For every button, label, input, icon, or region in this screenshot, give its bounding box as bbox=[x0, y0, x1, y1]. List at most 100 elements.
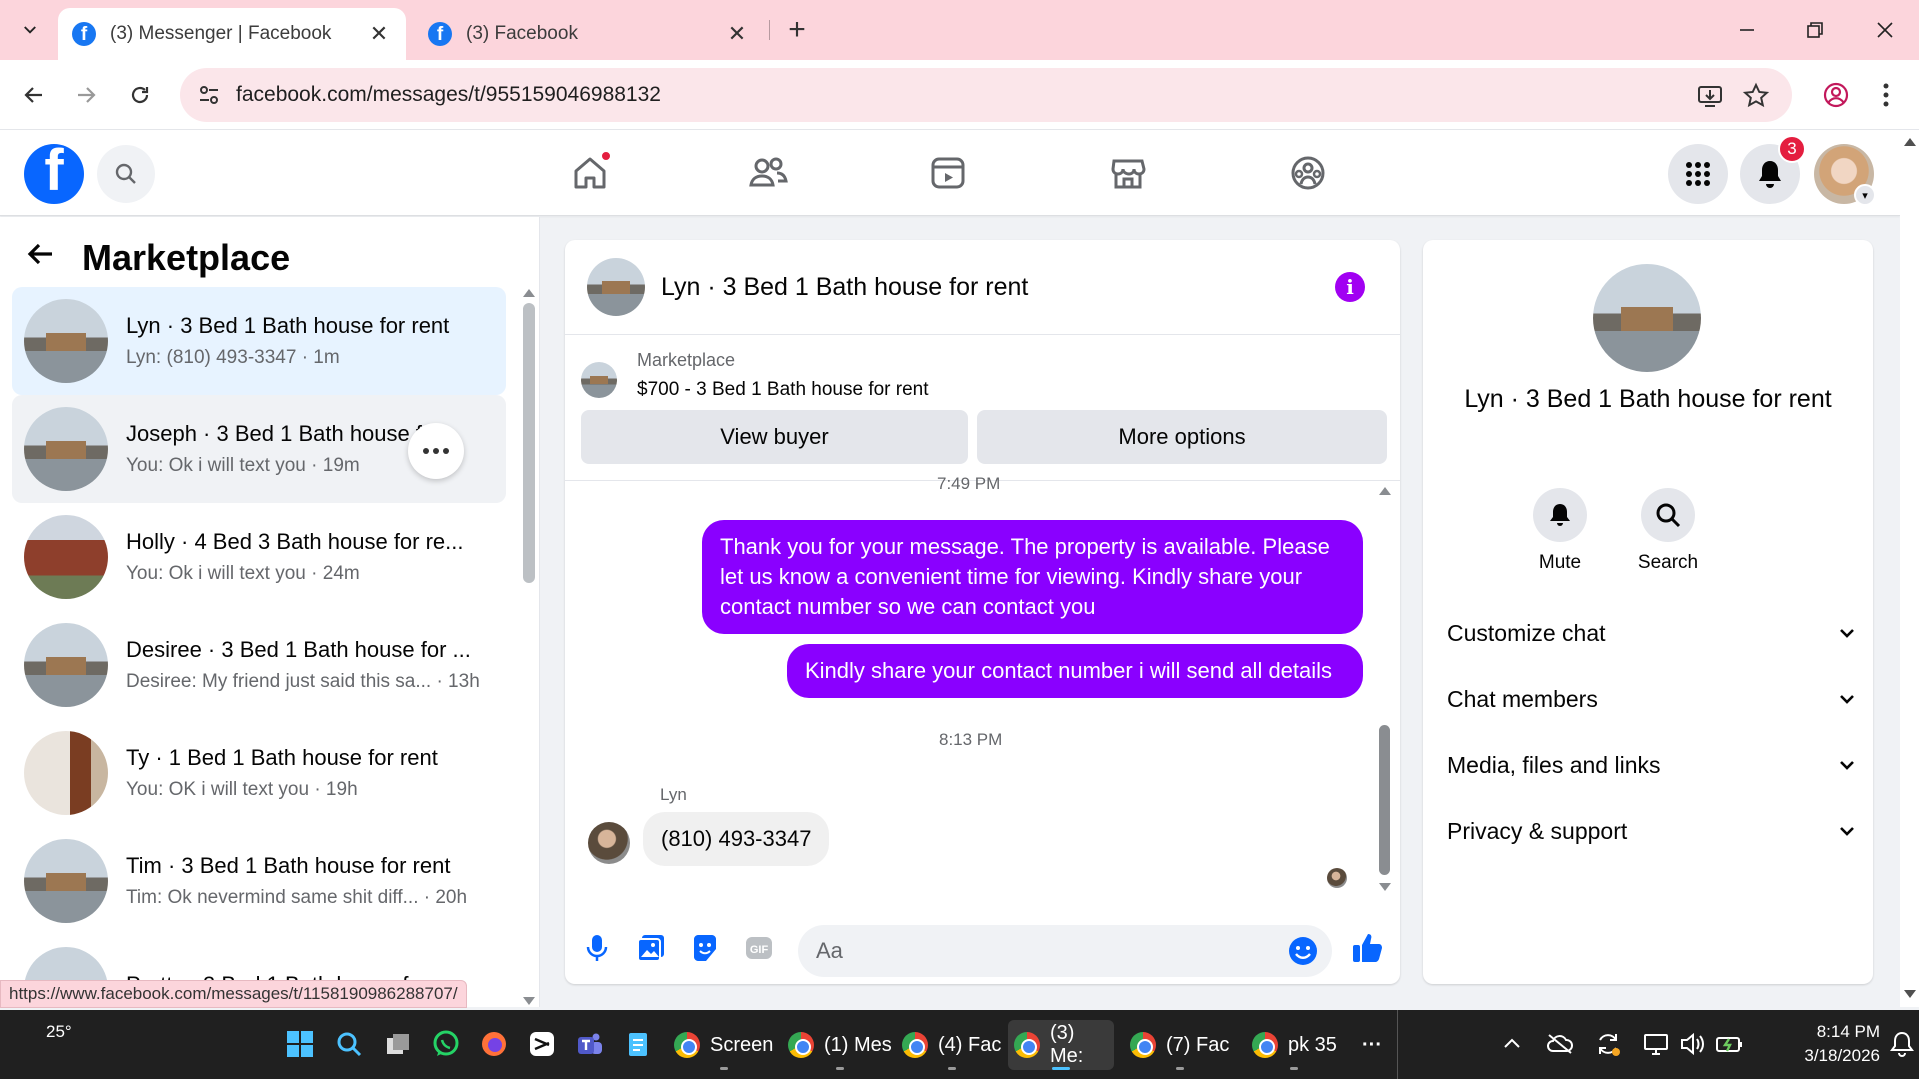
outgoing-message[interactable]: Thank you for your message. The property… bbox=[702, 520, 1363, 634]
onedrive-status[interactable] bbox=[1544, 1028, 1576, 1060]
view-buyer-button[interactable]: View buyer bbox=[581, 410, 968, 464]
page-scrollbar[interactable] bbox=[1900, 130, 1919, 1007]
weather-widget[interactable]: 25° bbox=[46, 1022, 72, 1042]
facebook-logo[interactable]: f bbox=[24, 144, 84, 204]
taskbar-app[interactable]: (3) Me: bbox=[1008, 1020, 1114, 1070]
nav-friends[interactable] bbox=[738, 148, 798, 198]
search-action[interactable]: Search bbox=[1623, 488, 1713, 574]
emoji-icon[interactable] bbox=[1288, 936, 1318, 966]
attach-media-button[interactable] bbox=[633, 930, 669, 966]
send-like-button[interactable] bbox=[1350, 930, 1386, 966]
sticker-button[interactable] bbox=[687, 930, 723, 966]
voice-clip-button[interactable] bbox=[579, 930, 615, 966]
message-input[interactable]: Aa bbox=[798, 925, 1332, 977]
forward-button[interactable] bbox=[66, 75, 106, 115]
conversation-item[interactable]: Holly · 4 Bed 3 Bath house for re... You… bbox=[12, 503, 506, 611]
teams-app[interactable] bbox=[574, 1028, 606, 1060]
capcut-app[interactable] bbox=[526, 1028, 558, 1060]
scroll-up-icon[interactable] bbox=[1903, 136, 1917, 148]
chat-listing-thumbnail[interactable] bbox=[587, 258, 645, 316]
listing-thumbnail-large[interactable] bbox=[1593, 264, 1701, 372]
back-button[interactable] bbox=[14, 75, 54, 115]
browser-tab-messenger[interactable]: f (3) Messenger | Facebook ✕ bbox=[58, 8, 406, 60]
facebook-search-button[interactable] bbox=[97, 145, 155, 203]
reload-button[interactable] bbox=[120, 75, 160, 115]
tab-search-button[interactable] bbox=[10, 12, 50, 48]
chat-title[interactable]: Lyn · 3 Bed 1 Bath house for rent bbox=[661, 273, 1028, 302]
conversation-item[interactable]: Joseph · 3 Bed 1 Bath house f... You: Ok… bbox=[12, 395, 506, 503]
conversation-item[interactable]: Lyn · 3 Bed 1 Bath house for rent Lyn: (… bbox=[12, 287, 506, 395]
more-vertical-icon bbox=[1883, 83, 1889, 107]
firefox-app[interactable] bbox=[478, 1028, 510, 1060]
outgoing-message[interactable]: Kindly share your contact number i will … bbox=[787, 644, 1363, 698]
taskbar-app[interactable]: (1) Mes bbox=[782, 1020, 898, 1070]
url-text: facebook.com/messages/t/955159046988132 bbox=[236, 83, 661, 106]
close-tab-icon[interactable]: ✕ bbox=[724, 21, 750, 47]
system-clock[interactable]: 8:14 PM 3/18/2026 bbox=[1760, 1020, 1880, 1068]
sidebar-scroll-thumb[interactable] bbox=[523, 303, 535, 583]
address-bar[interactable]: facebook.com/messages/t/955159046988132 bbox=[180, 68, 1792, 122]
customize-chat-row[interactable]: Customize chat bbox=[1447, 608, 1857, 658]
close-tab-icon[interactable]: ✕ bbox=[366, 21, 392, 47]
conversation-item[interactable]: Ty · 1 Bed 1 Bath house for rent You: OK… bbox=[12, 719, 506, 827]
scroll-down-icon[interactable] bbox=[1903, 988, 1917, 1000]
back-arrow-icon[interactable] bbox=[26, 239, 56, 278]
whatsapp-app[interactable] bbox=[430, 1028, 462, 1060]
facebook-favicon-icon: f bbox=[428, 22, 452, 46]
sidebar-scrollbar[interactable] bbox=[522, 287, 536, 1007]
browser-tab-facebook[interactable]: f (3) Facebook ✕ bbox=[414, 8, 764, 60]
taskbar-app[interactable]: pk 35 bbox=[1246, 1020, 1343, 1070]
notepad-app[interactable] bbox=[622, 1028, 654, 1060]
profile-button[interactable] bbox=[1816, 75, 1856, 115]
chat-scroll-thumb[interactable] bbox=[1379, 725, 1390, 875]
sync-status[interactable] bbox=[1592, 1028, 1624, 1060]
sender-avatar[interactable] bbox=[588, 822, 630, 864]
media-files-links-row[interactable]: Media, files and links bbox=[1447, 740, 1857, 790]
taskbar-search-button[interactable] bbox=[333, 1028, 365, 1060]
taskbar-app[interactable]: (4) Fac bbox=[896, 1020, 1007, 1070]
menu-button[interactable] bbox=[1668, 144, 1728, 204]
nav-gaming[interactable] bbox=[1278, 148, 1338, 198]
chat-members-row[interactable]: Chat members bbox=[1447, 674, 1857, 724]
mute-action[interactable]: Mute bbox=[1515, 488, 1605, 574]
task-view-button[interactable] bbox=[382, 1028, 414, 1060]
scroll-up-icon[interactable] bbox=[1377, 485, 1393, 497]
gif-button[interactable]: GIF bbox=[741, 930, 777, 966]
battery-status[interactable] bbox=[1714, 1028, 1746, 1060]
browser-menu-button[interactable] bbox=[1866, 75, 1906, 115]
scroll-up-icon[interactable] bbox=[522, 287, 536, 299]
chevron-down-icon[interactable]: ▾ bbox=[1854, 184, 1876, 206]
nav-video[interactable] bbox=[918, 148, 978, 198]
notification-center-button[interactable] bbox=[1886, 1028, 1918, 1060]
more-options-button[interactable]: More options bbox=[977, 410, 1387, 464]
search-label: Search bbox=[1637, 552, 1699, 573]
chat-scrollbar[interactable] bbox=[1377, 485, 1393, 895]
info-icon[interactable]: i bbox=[1335, 272, 1365, 302]
start-button[interactable] bbox=[284, 1028, 316, 1060]
bookmark-star-icon[interactable] bbox=[1742, 82, 1770, 110]
install-app-icon[interactable] bbox=[1696, 82, 1724, 110]
taskbar-app[interactable]: (7) Fac bbox=[1124, 1020, 1235, 1070]
show-hidden-icons-button[interactable] bbox=[1496, 1028, 1528, 1060]
close-window-button[interactable] bbox=[1860, 10, 1910, 50]
new-tab-button[interactable]: + bbox=[780, 12, 814, 48]
privacy-support-row[interactable]: Privacy & support bbox=[1447, 806, 1857, 856]
search-icon bbox=[337, 1032, 362, 1057]
nav-marketplace[interactable] bbox=[1098, 148, 1158, 198]
taskbar-overflow-button[interactable]: ··· bbox=[1356, 1020, 1388, 1070]
scroll-down-icon[interactable] bbox=[522, 995, 536, 1007]
conversation-item[interactable]: Tim · 3 Bed 1 Bath house for rent Tim: O… bbox=[12, 827, 506, 935]
listing-price-title[interactable]: $700 - 3 Bed 1 Bath house for rent bbox=[637, 379, 929, 401]
restore-button[interactable] bbox=[1790, 10, 1840, 50]
scroll-down-icon[interactable] bbox=[1377, 881, 1393, 893]
minimize-button[interactable] bbox=[1722, 10, 1772, 50]
network-status[interactable] bbox=[1640, 1028, 1672, 1060]
conversation-preview: You: Ok i will text you · 24m bbox=[126, 563, 360, 584]
taskbar-app[interactable]: Screen bbox=[668, 1020, 779, 1070]
conversation-item[interactable]: Desiree · 3 Bed 1 Bath house for ... Des… bbox=[12, 611, 506, 719]
conversation-options-button[interactable] bbox=[408, 423, 464, 479]
incoming-message[interactable]: (810) 493-3347 bbox=[643, 812, 830, 866]
nav-home[interactable] bbox=[560, 148, 620, 198]
volume-status[interactable] bbox=[1676, 1028, 1708, 1060]
read-receipt-avatar bbox=[1327, 868, 1347, 888]
